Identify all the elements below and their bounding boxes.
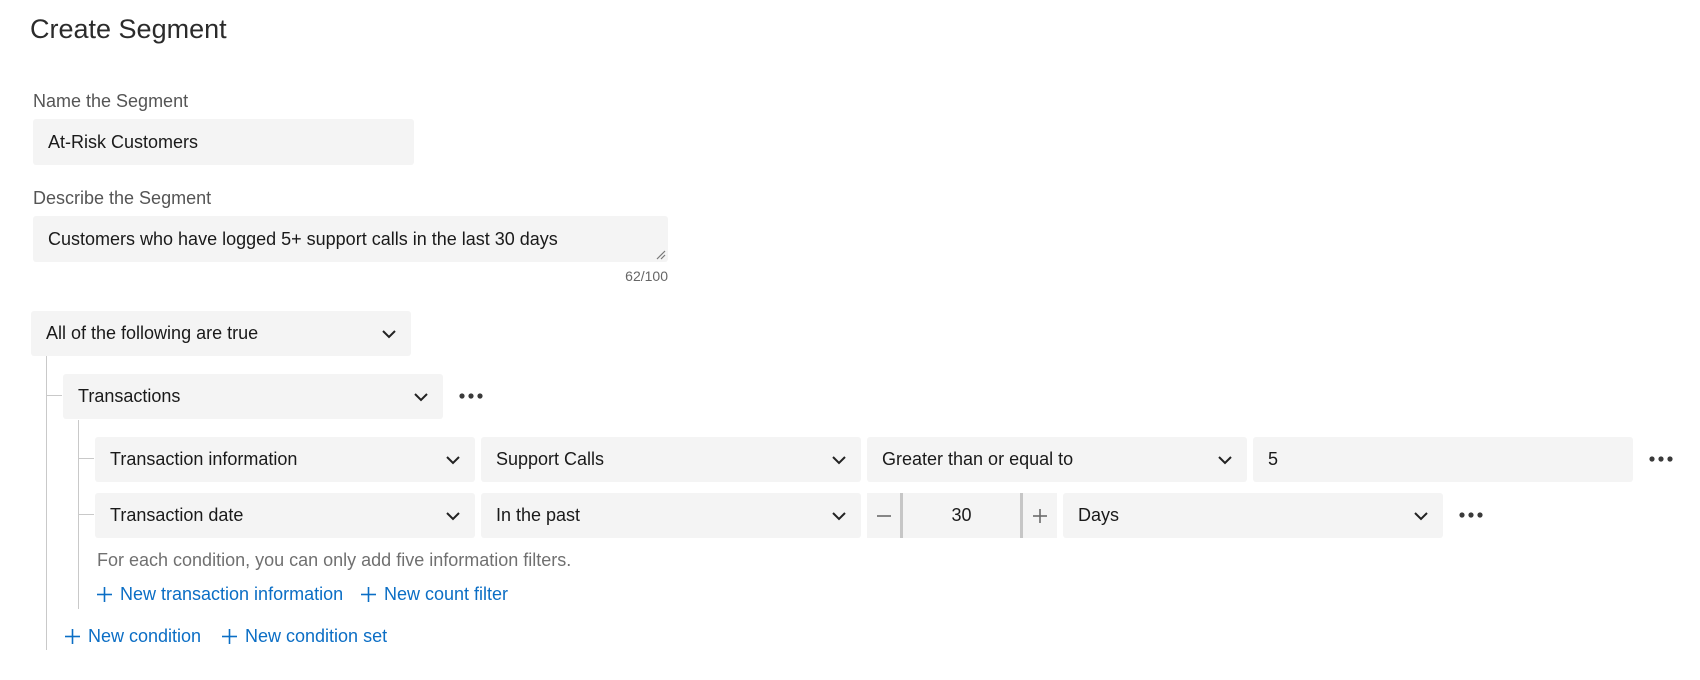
new-count-filter-link[interactable]: New count filter bbox=[361, 584, 508, 605]
chevron-down-icon bbox=[446, 511, 460, 520]
filter-limit-hint: For each condition, you can only add fiv… bbox=[97, 550, 572, 570]
condition-more-button[interactable] bbox=[456, 381, 486, 411]
plus-icon bbox=[361, 587, 376, 602]
filter2-more-button[interactable] bbox=[1456, 500, 1486, 530]
new-condition-set-label: New condition set bbox=[245, 626, 388, 646]
plus-icon bbox=[222, 629, 237, 644]
new-condition-link[interactable]: New condition bbox=[65, 626, 201, 647]
plus-icon bbox=[97, 587, 112, 602]
segment-description-value: Customers who have logged 5+ support cal… bbox=[48, 228, 558, 249]
filter1-operator-value: Greater than or equal to bbox=[882, 449, 1074, 469]
name-field-label: Name the Segment bbox=[33, 91, 189, 111]
page-title: Create Segment bbox=[30, 14, 227, 44]
new-transaction-information-link[interactable]: New transaction information bbox=[97, 584, 343, 605]
tree-line-condition-branch bbox=[46, 395, 62, 396]
filter2-field-select[interactable]: Transaction date bbox=[95, 493, 475, 538]
filter1-attribute-value: Support Calls bbox=[496, 449, 605, 469]
amount-input[interactable]: 30 bbox=[900, 493, 1023, 538]
plus-icon bbox=[1033, 508, 1047, 523]
description-field-label: Describe the Segment bbox=[33, 188, 212, 208]
segment-description-textarea[interactable]: Customers who have logged 5+ support cal… bbox=[33, 216, 668, 262]
condition-logic-select[interactable]: All of the following are true bbox=[31, 311, 411, 356]
condition-type-value: Transactions bbox=[78, 386, 181, 406]
filter1-value-input[interactable]: 5 bbox=[1253, 437, 1633, 482]
filter2-operator-value: In the past bbox=[496, 505, 581, 525]
chevron-down-icon bbox=[1218, 455, 1232, 464]
filter1-field-value: Transaction information bbox=[110, 449, 298, 469]
segment-name-value: At-Risk Customers bbox=[48, 131, 199, 152]
filter1-operator-select[interactable]: Greater than or equal to bbox=[867, 437, 1247, 482]
chevron-down-icon bbox=[832, 455, 846, 464]
chevron-down-icon bbox=[1414, 511, 1428, 520]
chevron-down-icon bbox=[446, 455, 460, 464]
more-horizontal-icon bbox=[1459, 512, 1483, 518]
new-transaction-information-label: New transaction information bbox=[120, 584, 344, 604]
increment-button[interactable] bbox=[1023, 493, 1057, 538]
tree-line-outer bbox=[46, 356, 47, 650]
more-horizontal-icon bbox=[1649, 456, 1673, 462]
chevron-down-icon bbox=[414, 392, 428, 401]
description-char-counter: 62/100 bbox=[625, 268, 668, 284]
filter2-unit-select[interactable]: Days bbox=[1063, 493, 1443, 538]
chevron-down-icon bbox=[832, 511, 846, 520]
amount-value: 30 bbox=[951, 505, 972, 525]
filter1-value: 5 bbox=[1268, 449, 1279, 469]
filter1-field-select[interactable]: Transaction information bbox=[95, 437, 475, 482]
filter1-attribute-select[interactable]: Support Calls bbox=[481, 437, 861, 482]
condition-type-select[interactable]: Transactions bbox=[63, 374, 443, 419]
decrement-button[interactable] bbox=[867, 493, 900, 538]
condition-logic-value: All of the following are true bbox=[46, 323, 259, 343]
filter1-more-button[interactable] bbox=[1646, 444, 1676, 474]
minus-icon bbox=[876, 514, 891, 517]
chevron-down-icon bbox=[382, 329, 396, 338]
filter2-field-value: Transaction date bbox=[110, 505, 244, 525]
new-condition-label: New condition bbox=[88, 626, 202, 646]
tree-line-filter2-branch bbox=[78, 514, 94, 515]
segment-name-input[interactable]: At-Risk Customers bbox=[33, 119, 414, 165]
filter2-unit-value: Days bbox=[1078, 505, 1120, 525]
resize-grip-icon[interactable] bbox=[656, 250, 666, 260]
plus-icon bbox=[65, 629, 80, 644]
new-count-filter-label: New count filter bbox=[384, 584, 509, 604]
filter2-operator-select[interactable]: In the past bbox=[481, 493, 861, 538]
more-horizontal-icon bbox=[459, 393, 483, 399]
new-condition-set-link[interactable]: New condition set bbox=[222, 626, 387, 647]
tree-line-filter1-branch bbox=[78, 458, 94, 459]
create-segment-page: Create Segment Name the Segment At-Risk … bbox=[0, 0, 1700, 680]
